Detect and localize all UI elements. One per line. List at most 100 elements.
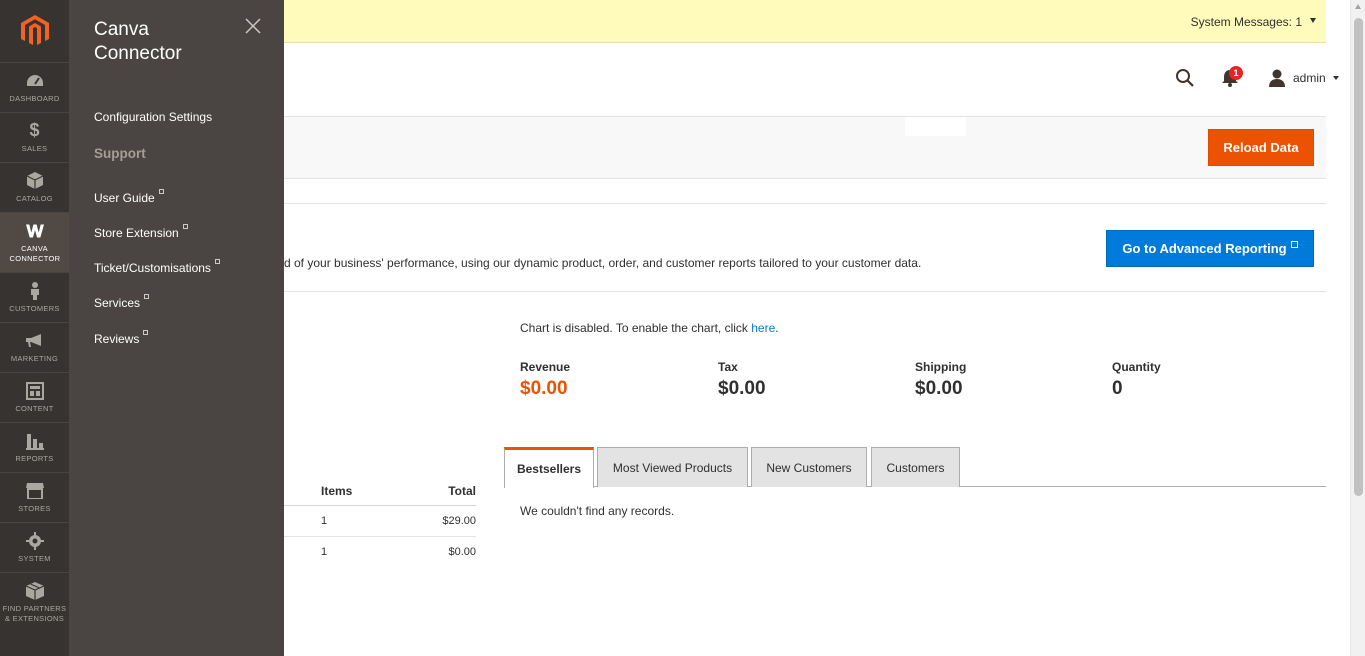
tab-new-customers[interactable]: New Customers xyxy=(751,447,867,487)
row-total: $0.00 xyxy=(448,546,476,558)
enable-chart-link[interactable]: here xyxy=(751,321,775,335)
total-quantity-label: Quantity xyxy=(1112,360,1161,374)
advanced-reporting-section: d of your business' performance, using o… xyxy=(284,203,1326,292)
dashboard-totals: Revenue $0.00 Tax $0.00 Shipping $0.00 Q… xyxy=(520,360,1320,400)
package-icon xyxy=(25,581,44,600)
toolbar-spacer xyxy=(905,117,966,136)
admin-user-menu[interactable]: admin xyxy=(1293,71,1326,85)
nav-sales[interactable]: $ SALES xyxy=(0,112,69,162)
nav-customers-label: CUSTOMERS xyxy=(9,303,60,313)
external-link-icon xyxy=(143,329,149,335)
chart-disabled-text: Chart is disabled. To enable the chart, … xyxy=(520,321,752,335)
row-total: $29.00 xyxy=(442,515,476,527)
submenu-configuration-settings[interactable]: Configuration Settings xyxy=(94,110,212,124)
header-actions: 1 admin xyxy=(1150,66,1350,88)
ticket-customisations-label: Ticket/Customisations xyxy=(94,261,211,275)
nav-reports[interactable]: REPORTS xyxy=(0,422,69,472)
chevron-down-icon xyxy=(1333,76,1339,80)
submenu-title: Canva Connector xyxy=(94,19,182,64)
table-row[interactable]: 1 $29.00 xyxy=(284,506,476,537)
tab-customers[interactable]: Customers xyxy=(871,447,960,487)
page-scrollbar[interactable] xyxy=(1350,0,1365,656)
chevron-down-icon xyxy=(1310,18,1316,23)
user-icon[interactable] xyxy=(1268,69,1286,87)
nav-canva-connector-label: CANVA CONNECTOR xyxy=(9,243,61,263)
system-messages-text: System Messages: 1 xyxy=(1190,15,1302,29)
reload-data-button[interactable]: Reload Data xyxy=(1208,129,1314,166)
submenu-link-user-guide[interactable]: User Guide xyxy=(94,188,164,207)
nav-sales-label: SALES xyxy=(21,143,48,153)
close-icon[interactable] xyxy=(244,17,262,35)
column-header-total: Total xyxy=(448,484,476,498)
services-label: Services xyxy=(94,296,141,310)
nav-marketing[interactable]: MARKETING xyxy=(0,322,69,372)
nav-reports-label: REPORTS xyxy=(15,453,54,463)
nav-canva-connector[interactable]: CANVA CONNECTOR xyxy=(0,212,69,272)
person-icon xyxy=(26,281,44,300)
dashboard-tabs: Bestsellers Most Viewed Products New Cus… xyxy=(504,447,1326,488)
total-tax-label: Tax xyxy=(718,360,738,374)
magento-logo-icon xyxy=(20,15,49,45)
nav-system-label: SYSTEM xyxy=(18,553,51,563)
total-quantity: Quantity 0 xyxy=(1112,360,1161,400)
box-icon xyxy=(26,172,44,190)
advanced-reporting-description: d of your business' performance, using o… xyxy=(284,256,922,270)
main-content: System Messages: 1 1 admin Reload Data d… xyxy=(284,0,1350,656)
scroll-up-arrow-icon[interactable] xyxy=(1355,4,1361,9)
magento-logo[interactable] xyxy=(0,0,69,62)
tab-bestsellers[interactable]: Bestsellers xyxy=(504,447,594,488)
dollar-icon: $ xyxy=(29,120,40,140)
total-quantity-value: 0 xyxy=(1112,378,1123,399)
user-guide-label: User Guide xyxy=(94,191,155,205)
nav-find-partners[interactable]: FIND PARTNERS & EXTENSIONS xyxy=(0,572,69,632)
chart-disabled-suffix: . xyxy=(775,321,779,335)
nav-dashboard-label: DASHBOARD xyxy=(9,93,60,103)
submenu-link-reviews[interactable]: Reviews xyxy=(94,329,149,348)
nav-stores-label: STORES xyxy=(18,503,51,513)
total-revenue: Revenue $0.00 xyxy=(520,360,570,400)
search-icon[interactable] xyxy=(1175,68,1195,88)
row-items: 1 xyxy=(321,515,328,527)
storefront-icon xyxy=(25,482,44,500)
column-header-items: Items xyxy=(321,484,353,498)
gear-icon xyxy=(25,531,44,550)
nav-system[interactable]: SYSTEM xyxy=(0,522,69,572)
tab-empty-message: We couldn't find any records. xyxy=(520,504,675,518)
canva-connector-submenu: Canva Connector Configuration Settings S… xyxy=(69,0,284,656)
nav-content[interactable]: CONTENT xyxy=(0,372,69,422)
total-shipping: Shipping $0.00 xyxy=(915,360,966,400)
total-shipping-label: Shipping xyxy=(915,360,967,374)
nav-find-partners-label: FIND PARTNERS & EXTENSIONS xyxy=(2,603,67,623)
scrollbar-thumb[interactable] xyxy=(1354,18,1363,496)
external-link-icon xyxy=(144,293,150,299)
table-header: Items Total xyxy=(284,480,476,506)
submenu-link-services[interactable]: Services xyxy=(94,293,150,312)
layout-icon xyxy=(25,381,44,400)
system-messages-bar[interactable]: System Messages: 1 xyxy=(284,0,1326,43)
advanced-reporting-button-label: Go to Advanced Reporting xyxy=(1122,241,1287,256)
last-orders-table: Items Total 1 $29.00 1 $0.00 xyxy=(284,480,476,568)
table-row[interactable]: 1 $0.00 xyxy=(284,537,476,568)
megaphone-icon xyxy=(25,332,44,350)
nav-catalog[interactable]: CATALOG xyxy=(0,162,69,212)
submenu-link-store-extension[interactable]: Store Extension xyxy=(94,223,188,242)
notification-count-badge: 1 xyxy=(1229,66,1243,80)
total-tax: Tax $0.00 xyxy=(718,360,766,400)
submenu-link-ticket-customisations[interactable]: Ticket/Customisations xyxy=(94,258,220,277)
submenu-section-support: Support xyxy=(94,146,146,161)
external-link-icon xyxy=(1290,241,1298,248)
admin-nav: DASHBOARD $ SALES CATALOG CANVA CONNECTO… xyxy=(0,0,69,656)
bar-chart-icon xyxy=(25,432,44,450)
total-revenue-value: $0.00 xyxy=(520,378,568,399)
tab-most-viewed-products[interactable]: Most Viewed Products xyxy=(597,447,748,487)
chart-disabled-message: Chart is disabled. To enable the chart, … xyxy=(520,321,779,335)
total-tax-value: $0.00 xyxy=(718,378,766,399)
nav-dashboard[interactable]: DASHBOARD xyxy=(0,62,69,112)
advanced-reporting-button[interactable]: Go to Advanced Reporting xyxy=(1106,230,1314,267)
canva-w-icon xyxy=(25,222,44,240)
nav-stores[interactable]: STORES xyxy=(0,472,69,522)
dashboard-icon xyxy=(26,72,44,90)
external-link-icon xyxy=(158,188,164,194)
nav-customers[interactable]: CUSTOMERS xyxy=(0,272,69,322)
reviews-label: Reviews xyxy=(94,332,140,346)
